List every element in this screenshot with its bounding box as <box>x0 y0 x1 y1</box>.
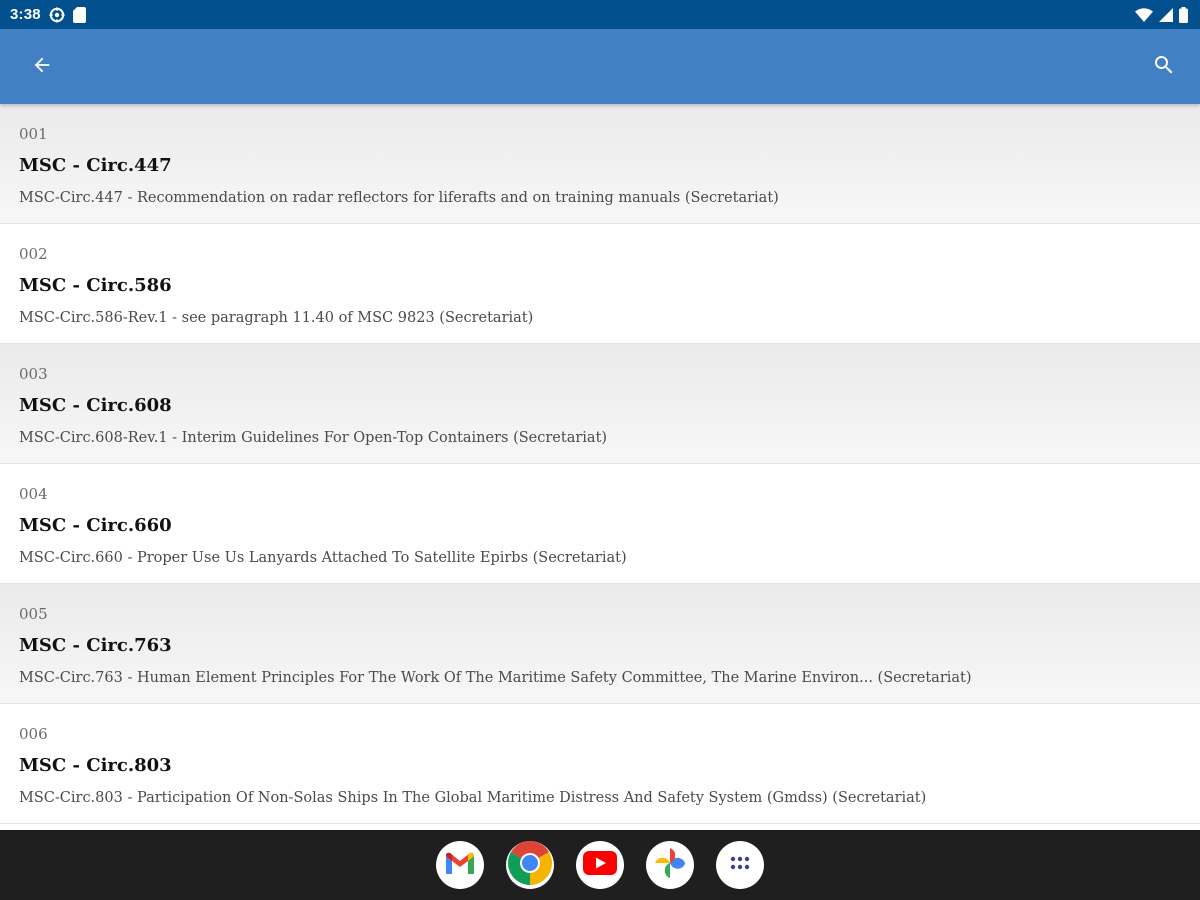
list-item[interactable]: 005 MSC - Circ.763 MSC-Circ.763 - Human … <box>0 584 1200 704</box>
item-title: MSC - Circ.586 <box>19 275 172 296</box>
app-drawer-icon <box>729 855 751 875</box>
arrow-back-icon <box>31 54 53 80</box>
settings-icon <box>49 7 65 23</box>
search-icon <box>1152 53 1176 81</box>
app-bar <box>0 29 1200 104</box>
gmail-app-button[interactable] <box>436 841 484 889</box>
gmail-icon <box>444 850 476 880</box>
item-description: MSC-Circ.447 - Recommendation on radar r… <box>19 190 779 206</box>
sd-card-icon <box>72 6 86 23</box>
item-title: MSC - Circ.660 <box>19 515 172 536</box>
item-number: 006 <box>19 725 48 743</box>
list-item[interactable]: 001 MSC - Circ.447 MSC-Circ.447 - Recomm… <box>0 104 1200 224</box>
item-number: 004 <box>19 485 48 503</box>
status-bar: 3:38 <box>0 0 1200 29</box>
item-title: MSC - Circ.447 <box>19 155 172 176</box>
status-left: 3:38 <box>10 6 86 23</box>
app-drawer-button[interactable] <box>716 841 764 889</box>
status-time: 3:38 <box>10 6 41 23</box>
item-description: MSC-Circ.803 - Participation Of Non-Sola… <box>19 790 927 806</box>
item-description: MSC-Circ.608-Rev.1 - Interim Guidelines … <box>19 430 608 446</box>
youtube-icon <box>583 851 617 879</box>
item-number: 003 <box>19 365 48 383</box>
search-button[interactable] <box>1142 45 1186 89</box>
list-item[interactable]: 004 MSC - Circ.660 MSC-Circ.660 - Proper… <box>0 464 1200 584</box>
wifi-icon <box>1135 7 1153 22</box>
item-description: MSC-Circ.763 - Human Element Principles … <box>19 670 972 686</box>
back-button[interactable] <box>20 45 64 89</box>
photos-app-button[interactable] <box>646 841 694 889</box>
item-number: 002 <box>19 245 48 263</box>
item-description: MSC-Circ.660 - Proper Use Us Lanyards At… <box>19 550 627 566</box>
item-title: MSC - Circ.608 <box>19 395 172 416</box>
list-item[interactable]: 002 MSC - Circ.586 MSC-Circ.586-Rev.1 - … <box>0 224 1200 344</box>
item-number: 005 <box>19 605 48 623</box>
photos-icon <box>653 846 687 884</box>
item-description: MSC-Circ.586-Rev.1 - see paragraph 11.40… <box>19 310 534 326</box>
cell-signal-icon <box>1159 7 1173 22</box>
taskbar <box>0 830 1200 900</box>
item-title: MSC - Circ.763 <box>19 635 172 656</box>
circular-list[interactable]: 001 MSC - Circ.447 MSC-Circ.447 - Recomm… <box>0 104 1200 830</box>
chrome-app-button[interactable] <box>506 841 554 889</box>
list-item[interactable]: 003 MSC - Circ.608 MSC-Circ.608-Rev.1 - … <box>0 344 1200 464</box>
list-item[interactable]: 006 MSC - Circ.803 MSC-Circ.803 - Partic… <box>0 704 1200 824</box>
item-number: 001 <box>19 125 48 143</box>
item-title: MSC - Circ.803 <box>19 755 172 776</box>
status-right <box>1135 6 1188 23</box>
battery-icon <box>1179 6 1188 23</box>
youtube-app-button[interactable] <box>576 841 624 889</box>
chrome-icon <box>506 839 554 891</box>
